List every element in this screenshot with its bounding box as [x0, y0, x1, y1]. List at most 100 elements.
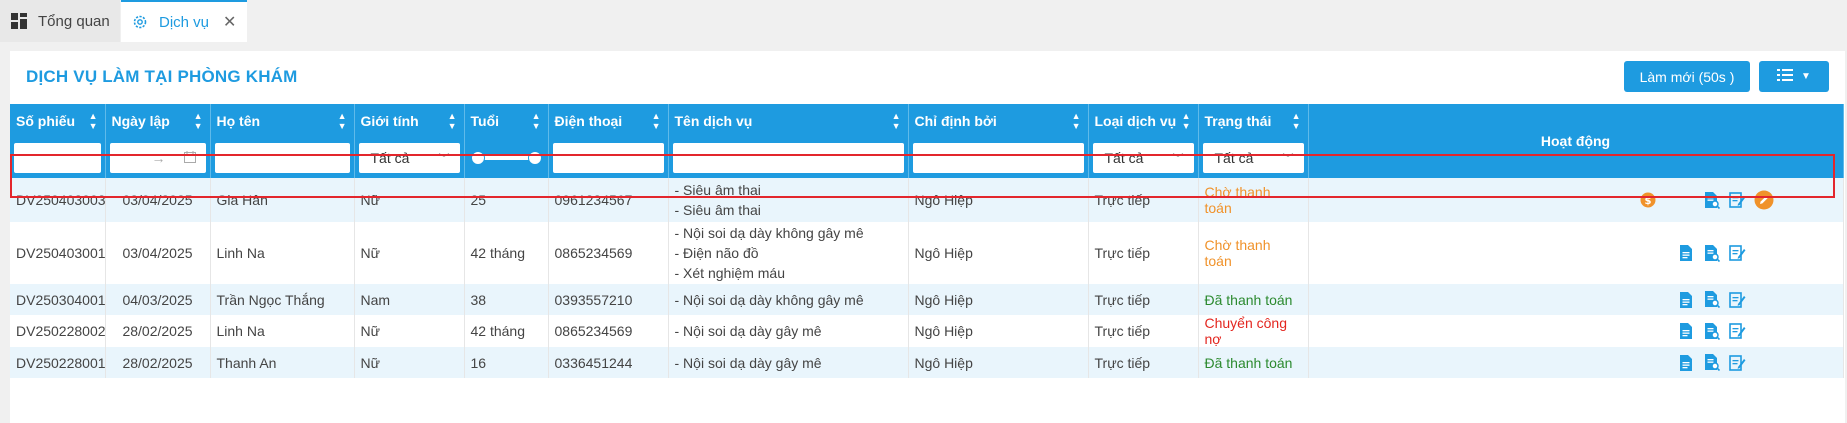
sort-icon[interactable]: ▲ ▼ — [652, 111, 661, 131]
tab-bar: Tổng quan Dịch vụ ✕ — [0, 0, 1847, 42]
caret-down-icon: ▼ — [1801, 71, 1811, 82]
edit-document-icon[interactable] — [1725, 189, 1751, 211]
filter-date-range[interactable]: → — [109, 143, 206, 173]
cell-gender: Nữ — [354, 315, 465, 347]
column-menu-button[interactable]: ▼ — [1759, 61, 1829, 92]
filter-ticket-input[interactable] — [14, 143, 101, 173]
chevron-down-icon: ﹀ — [438, 153, 450, 165]
filter-ticket-cell — [10, 138, 106, 178]
filter-service-input[interactable] — [672, 143, 904, 173]
col-actions: Hoạt động — [1308, 104, 1844, 178]
filter-type-select[interactable]: Tất cả ﹀ — [1092, 143, 1194, 173]
edit-document-icon[interactable] — [1725, 289, 1751, 311]
col-date[interactable]: Ngày lập ▲ ▼ — [105, 104, 211, 138]
cell-services: - Nội soi dạ dày gây mê — [668, 315, 909, 347]
cell-name: Trần Ngọc Thắng — [210, 284, 355, 315]
status-badge: Chờ thanh toán — [1198, 222, 1309, 284]
document-search-icon[interactable] — [1699, 242, 1725, 264]
col-age[interactable]: Tuổi ▲ ▼ — [464, 104, 549, 138]
refresh-button[interactable]: Làm mới (50s ) — [1624, 61, 1750, 92]
filter-type-cell: Tất cả ﹀ — [1088, 138, 1199, 178]
close-icon[interactable]: ✕ — [223, 12, 236, 32]
services-table: Số phiếu ▲ ▼ Ngày lập ▲ ▼ Họ tên ▲ ▼ Giới tính… — [10, 104, 1844, 378]
sort-icon[interactable]: ▲ ▼ — [532, 111, 541, 131]
filter-assigned-input[interactable] — [912, 143, 1084, 173]
table-row[interactable]: DV250304001 04/03/2025 Trần Ngọc Thắng Nam 3… — [10, 284, 1844, 315]
filter-phone-input[interactable] — [552, 143, 664, 173]
cell-gender: Nữ — [354, 222, 465, 284]
list-menu-icon — [1777, 69, 1794, 84]
sort-icon[interactable]: ▲ ▼ — [89, 111, 98, 131]
table-row[interactable]: DV250228002 28/02/2025 Linh Na Nữ 42 tháng 08… — [10, 315, 1844, 347]
col-gender[interactable]: Giới tính ▲ ▼ — [354, 104, 465, 138]
filter-phone-cell — [548, 138, 669, 178]
document-search-icon[interactable] — [1699, 189, 1725, 211]
sort-icon[interactable]: ▲ ▼ — [1292, 111, 1301, 131]
table-row[interactable]: DV250403003 03/04/2025 Gia Hân Nữ 25 09612345… — [10, 178, 1844, 222]
status-badge: Chuyển công nợ — [1198, 315, 1309, 347]
sort-icon[interactable]: ▲ ▼ — [448, 111, 457, 131]
col-service-type[interactable]: Loại dịch vụ ▲ ▼ — [1088, 104, 1199, 138]
sort-icon[interactable]: ▲ ▼ — [892, 111, 901, 131]
cell-services: - Nội soi dạ dày không gây mê - Điện não … — [668, 222, 909, 284]
pencil-icon[interactable] — [1751, 189, 1777, 211]
cell-name: Gia Hân — [210, 178, 355, 222]
edit-document-icon[interactable] — [1725, 320, 1751, 342]
tab-overview[interactable]: Tổng quan — [0, 0, 120, 42]
slider-handle-max[interactable] — [527, 151, 542, 165]
document-icon[interactable] — [1673, 320, 1699, 342]
col-phone[interactable]: Điện thoại ▲ ▼ — [548, 104, 669, 138]
col-status[interactable]: Trạng thái ▲ ▼ — [1198, 104, 1309, 138]
service-item: - Nội soi dạ dày gây mê — [674, 354, 822, 371]
cell-date: 28/02/2025 — [105, 315, 211, 347]
cell-phone: 0336451244 — [548, 347, 669, 378]
chevron-down-icon: ﹀ — [1282, 153, 1294, 165]
document-icon[interactable] — [1673, 352, 1699, 374]
slider-handle-min[interactable] — [470, 151, 485, 165]
document-icon[interactable] — [1673, 289, 1699, 311]
cell-ticket: DV250403001 — [10, 222, 106, 284]
document-search-icon[interactable] — [1699, 289, 1725, 311]
filter-gender-select[interactable]: Tất cả ﹀ — [358, 143, 460, 173]
cell-actions — [1308, 222, 1844, 284]
col-assigned-by[interactable]: Chỉ định bởi ▲ ▼ — [908, 104, 1089, 138]
col-name[interactable]: Họ tên ▲ ▼ — [210, 104, 355, 138]
filter-status-select[interactable]: Tất cả ﹀ — [1202, 143, 1304, 173]
service-item: - Nội soi dạ dày gây mê — [674, 323, 822, 339]
cell-actions — [1308, 284, 1844, 315]
cell-actions: $ — [1308, 178, 1844, 222]
cell-service-type: Trực tiếp — [1088, 178, 1199, 222]
table-row[interactable]: DV250403001 03/04/2025 Linh Na Nữ 42 tháng 08… — [10, 222, 1844, 284]
page-title: DỊCH VỤ LÀM TẠI PHÒNG KHÁM — [26, 67, 298, 86]
cell-ticket: DV250228001 — [10, 347, 106, 378]
edit-document-icon[interactable] — [1725, 242, 1751, 264]
col-ticket[interactable]: Số phiếu ▲ ▼ — [10, 104, 106, 138]
slider-track — [476, 156, 536, 160]
sort-icon[interactable]: ▲ ▼ — [1072, 111, 1081, 131]
tab-services[interactable]: Dịch vụ ✕ — [121, 0, 247, 42]
document-search-icon[interactable] — [1699, 320, 1725, 342]
cell-ticket: DV250304001 — [10, 284, 106, 315]
cell-gender: Nữ — [354, 347, 465, 378]
sort-icon[interactable]: ▲ ▼ — [194, 111, 203, 131]
document-search-icon[interactable] — [1699, 352, 1725, 374]
sort-icon[interactable]: ▲ ▼ — [338, 111, 347, 131]
cell-name: Thanh An — [210, 347, 355, 378]
edit-document-icon[interactable] — [1725, 352, 1751, 374]
cell-assigned-by: Ngô Hiệp — [908, 222, 1089, 284]
filter-date-cell: → — [105, 138, 211, 178]
filter-name-input[interactable] — [214, 143, 350, 173]
svg-text:$: $ — [1644, 196, 1651, 207]
cell-service-type: Trực tiếp — [1088, 347, 1199, 378]
document-icon[interactable] — [1673, 242, 1699, 264]
cell-date: 04/03/2025 — [105, 284, 211, 315]
cell-service-type: Trực tiếp — [1088, 284, 1199, 315]
payment-icon[interactable]: $ — [1635, 189, 1661, 211]
tab-services-label: Dịch vụ — [159, 13, 210, 31]
age-range-slider[interactable] — [469, 143, 544, 173]
col-service[interactable]: Tên dịch vụ ▲ ▼ — [668, 104, 909, 138]
sort-icon[interactable]: ▲ ▼ — [1182, 111, 1191, 131]
table-row[interactable]: DV250228001 28/02/2025 Thanh An Nữ 16 0336451… — [10, 347, 1844, 378]
calendar-icon[interactable] — [183, 150, 196, 166]
filter-gender-cell: Tất cả ﹀ — [354, 138, 465, 178]
